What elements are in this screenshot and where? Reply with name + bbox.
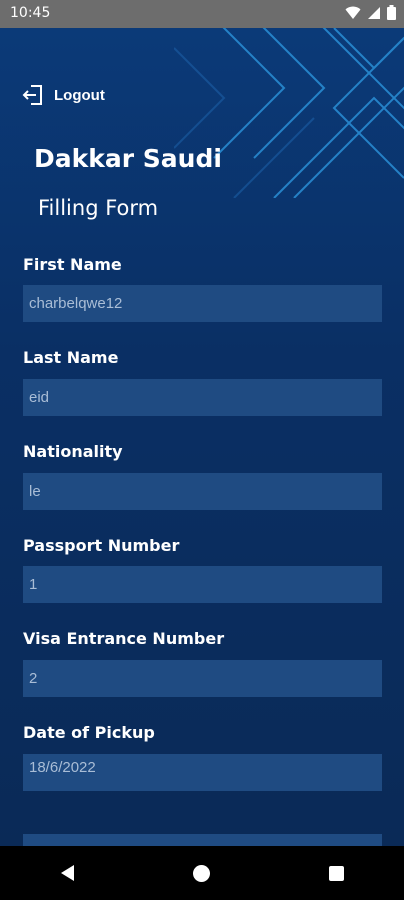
date-of-pickup-field[interactable]: 18/6/2022 bbox=[23, 754, 382, 791]
passport-number-label: Passport Number bbox=[23, 536, 180, 555]
last-name-label: Last Name bbox=[23, 348, 119, 367]
battery-icon bbox=[387, 5, 396, 20]
nationality-field[interactable] bbox=[23, 473, 382, 510]
signal-icon bbox=[368, 6, 380, 19]
last-name-field[interactable] bbox=[23, 379, 382, 416]
form-subtitle: Filling Form bbox=[38, 196, 159, 220]
logout-label: Logout bbox=[54, 86, 105, 104]
date-of-pickup-label: Date of Pickup bbox=[23, 723, 155, 742]
logout-button[interactable]: Logout bbox=[22, 83, 105, 107]
page-title: Dakkar Saudi bbox=[34, 144, 222, 173]
nationality-label: Nationality bbox=[23, 442, 123, 461]
visa-entrance-number-field[interactable] bbox=[23, 660, 382, 697]
logout-icon bbox=[22, 85, 42, 105]
visa-entrance-number-label: Visa Entrance Number bbox=[23, 629, 225, 648]
recents-button[interactable] bbox=[307, 853, 367, 893]
status-icons bbox=[345, 5, 396, 20]
first-name-field[interactable] bbox=[23, 285, 382, 322]
back-button[interactable] bbox=[37, 853, 97, 893]
next-field-partial[interactable] bbox=[23, 834, 382, 846]
first-name-label: First Name bbox=[23, 255, 122, 274]
passport-number-field[interactable] bbox=[23, 566, 382, 603]
status-bar: 10:45 bbox=[0, 0, 404, 28]
form-screen: Logout Dakkar Saudi Filling Form First N… bbox=[0, 28, 404, 846]
home-button[interactable] bbox=[172, 853, 232, 893]
wifi-icon bbox=[345, 6, 361, 19]
recents-icon bbox=[329, 865, 345, 881]
system-nav-bar bbox=[0, 846, 404, 900]
home-icon bbox=[193, 864, 211, 882]
back-icon bbox=[60, 865, 74, 881]
status-time: 10:45 bbox=[10, 5, 51, 21]
